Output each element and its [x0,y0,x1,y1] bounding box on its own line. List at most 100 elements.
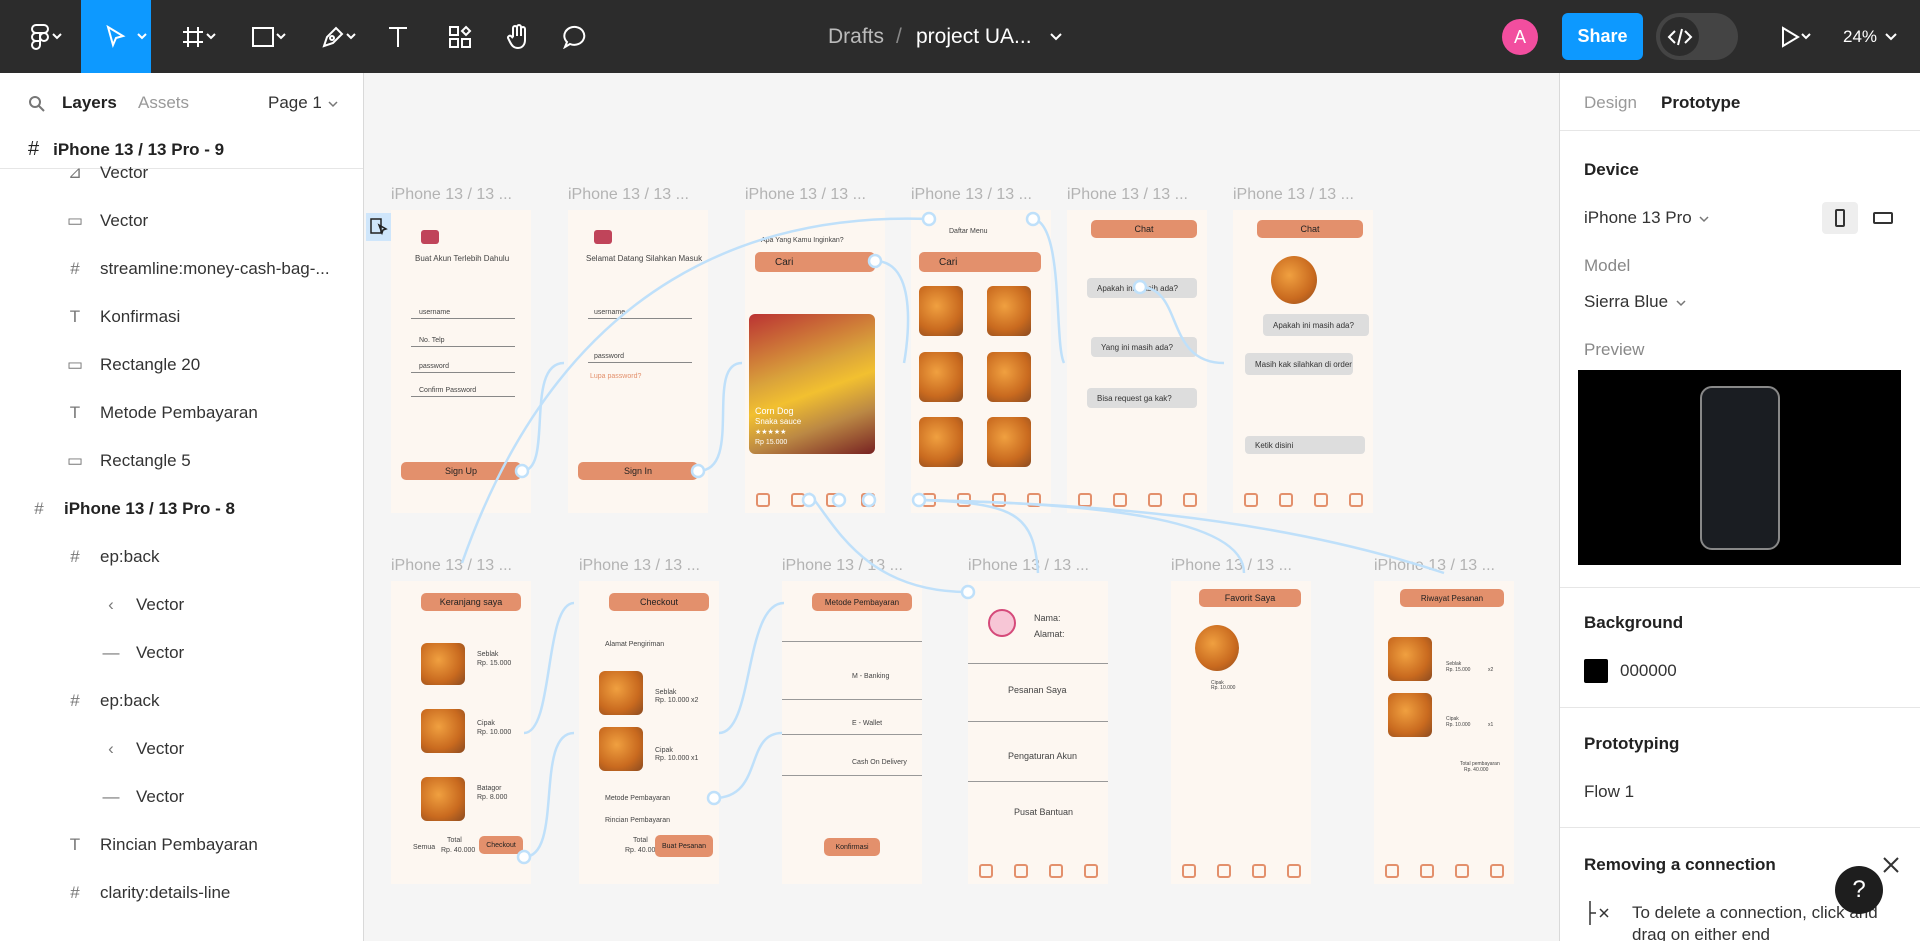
checkout-button[interactable]: Checkout [479,836,523,854]
layer-row[interactable]: T Metode Pembayaran [0,389,363,437]
chat-bubble[interactable]: Apakah ini masih ada? [1263,314,1369,336]
menu-item-image[interactable] [987,417,1031,467]
orders-icon[interactable] [1251,864,1266,878]
menu-item-image[interactable] [987,286,1031,336]
frame-chat-list[interactable]: Chat Apakah ini masih ada? Yang ini masi… [1067,210,1207,513]
payment-method-row[interactable]: Metode Pembayaran [605,795,670,802]
landscape-orientation-icon[interactable] [1865,202,1901,234]
orders-icon[interactable] [1454,864,1469,878]
password-field[interactable]: password [594,353,624,360]
select-all-label[interactable]: Semua [413,844,435,851]
main-menu-button[interactable] [14,0,66,73]
frame-label[interactable]: iPhone 13 / 13 ... [579,557,700,575]
frame-order-history[interactable]: Riwayat Pesanan Seblak Rp. 15.000 x2 Cip… [1374,581,1514,884]
password-field[interactable]: password [419,363,449,370]
breadcrumb-drafts[interactable]: Drafts [828,0,884,73]
layer-row[interactable]: — Vector [0,773,363,821]
dev-mode-toggle[interactable] [1656,13,1738,60]
tab-prototype[interactable]: Prototype [1661,93,1740,113]
frame-label[interactable]: iPhone 13 / 13 ... [782,557,903,575]
frame-favorites[interactable]: Favorit Saya Cipak Rp. 10.000 [1171,581,1311,884]
frame-label[interactable]: iPhone 13 / 13 ... [568,186,689,204]
comment-tool-button[interactable] [556,0,596,73]
home-icon[interactable] [921,493,936,507]
frame-home[interactable]: Apa Yang Kamu Inginkan? Cari Corn Dog Sn… [745,210,885,513]
connection-line[interactable] [523,601,575,735]
move-tool-button[interactable] [81,0,151,73]
frame-cart[interactable]: Keranjang saya Seblak Rp. 15.000 Cipak R… [391,581,531,884]
orders-icon[interactable] [1313,493,1328,507]
page-selector[interactable]: Page 1 [268,93,322,113]
menu-item-image[interactable] [919,286,963,336]
chat-bubble[interactable]: Yang ini masih ada? [1091,337,1197,357]
orders-icon[interactable] [991,493,1006,507]
frame-label[interactable]: iPhone 13 / 13 ... [391,557,512,575]
zoom-level[interactable]: 24% [1843,0,1897,73]
chat-bubble[interactable]: Apakah ini masih ada? [1087,278,1197,298]
confirm-password-field[interactable]: Confirm Password [419,387,476,394]
flow-start-icon[interactable] [366,213,392,241]
frame-signin[interactable]: Selamat Datang Silahkan Masuk username p… [568,210,708,513]
layer-row[interactable]: T Konfirmasi [0,293,363,341]
payment-option-cod[interactable]: Cash On Delivery [852,759,907,766]
frame-label[interactable]: iPhone 13 / 13 ... [391,186,512,204]
connection-line[interactable] [713,731,783,800]
heart-icon[interactable] [1278,493,1293,507]
search-icon[interactable] [28,95,46,113]
message-input[interactable]: Ketik disini [1245,436,1365,454]
layer-row[interactable]: # ep:back [0,677,363,725]
frame-signup[interactable]: Buat Akun Terlebih Dahulu username No. T… [391,210,531,513]
home-icon[interactable] [1243,493,1258,507]
help-button[interactable]: ? [1835,866,1883,914]
pen-tool-button[interactable] [306,0,360,73]
profile-icon[interactable] [1489,864,1504,878]
frame-menu[interactable]: Daftar Menu Cari [911,210,1051,513]
connection-line[interactable] [718,601,785,735]
payment-option-ewallet[interactable]: E - Wallet [852,720,882,727]
heart-icon[interactable] [1112,493,1127,507]
canvas[interactable]: iPhone 13 / 13 ... iPhone 13 / 13 ... iP… [364,73,1559,941]
heart-icon[interactable] [956,493,971,507]
chat-bubble[interactable]: Bisa request ga kak? [1087,388,1197,408]
hero-card[interactable]: Corn Dog Snaka sauce ★★★★★ Rp 15.000 [749,314,875,454]
home-icon[interactable] [1181,864,1196,878]
hand-tool-button[interactable] [498,0,538,73]
menu-item-image[interactable] [987,352,1031,402]
layer-row[interactable]: ⊿ Vector [0,149,363,197]
menu-item-image[interactable] [919,417,963,467]
shape-tool-button[interactable] [236,0,290,73]
flow-item[interactable]: Flow 1 [1584,782,1634,802]
payment-option-mbanking[interactable]: M - Banking [852,673,889,680]
tab-layers[interactable]: Layers [62,93,117,113]
layer-row[interactable]: ▭ Rectangle 20 [0,341,363,389]
home-icon[interactable] [978,864,993,878]
layer-row[interactable]: — Vector [0,629,363,677]
home-icon[interactable] [755,493,770,507]
orders-icon[interactable] [825,493,840,507]
search-bar[interactable]: Cari [919,252,1041,272]
portrait-orientation-icon[interactable] [1822,202,1858,234]
home-icon[interactable] [1077,493,1092,507]
close-icon[interactable] [1882,856,1900,874]
profile-icon[interactable] [1026,493,1041,507]
frame-tool-button[interactable] [166,0,220,73]
frame-profile[interactable]: Nama: Alamat: Pesanan Saya Pengaturan Ak… [968,581,1108,884]
frame-chat-detail[interactable]: Chat Apakah ini masih ada? Masih kak sil… [1233,210,1373,513]
place-order-button[interactable]: Buat Pesanan [655,835,713,857]
file-name[interactable]: project UA... [916,0,1032,73]
layer-row[interactable]: # clarity:details-line [0,869,363,917]
profile-icon[interactable] [1348,493,1363,507]
avatar[interactable]: A [1502,19,1538,55]
share-button[interactable]: Share [1562,13,1643,60]
layer-row[interactable]: ‹ Vector [0,581,363,629]
present-button[interactable] [1765,0,1815,73]
heart-icon[interactable] [1216,864,1231,878]
background-color-swatch[interactable] [1584,659,1608,683]
profile-icon[interactable] [860,493,875,507]
heart-icon[interactable] [1419,864,1434,878]
home-icon[interactable] [1384,864,1399,878]
menu-my-orders[interactable]: Pesanan Saya [1008,685,1067,695]
signup-button[interactable]: Sign Up [401,462,521,480]
frame-label[interactable]: iPhone 13 / 13 ... [968,557,1089,575]
orders-icon[interactable] [1147,493,1162,507]
